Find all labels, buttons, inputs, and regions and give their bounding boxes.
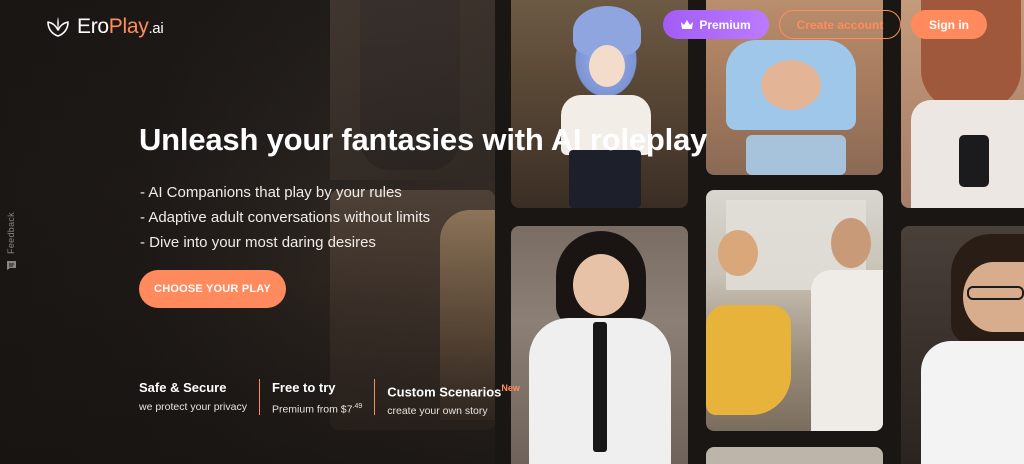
gallery-card-anime-girl[interactable] (511, 0, 688, 208)
feature-subtitle: we protect your privacy (139, 401, 247, 413)
feature-title: Safe & Secure (139, 380, 227, 395)
card-figure-coat (921, 341, 1024, 464)
card-figure-face (589, 45, 625, 87)
feature-title: Free to try (271, 380, 336, 395)
logo-text-ero: Ero (77, 15, 109, 38)
leaf-logo-icon (47, 17, 69, 37)
hero-bullet: - AI Companions that play by your rules (140, 184, 402, 201)
feedback-tab[interactable]: Feedback (0, 212, 22, 282)
card-figure-skin (761, 60, 821, 110)
choose-your-play-label: CHOOSE YOUR PLAY (154, 283, 271, 295)
feature-subtitle: create your own story (387, 405, 488, 418)
logo-text-ai: .ai (148, 20, 164, 37)
feature-safe-secure: Safe & Secure we protect your privacy (139, 379, 259, 415)
gallery-card-doctor[interactable] (901, 226, 1024, 464)
create-account-label: Create account (796, 17, 884, 32)
card-figure-man-head (831, 218, 871, 268)
feature-custom-scenarios: Custom ScenariosNew create your own stor… (374, 379, 532, 417)
hero-title: Unleash your fantasies with AI roleplay (139, 122, 708, 157)
new-badge: New (501, 383, 520, 393)
premium-button[interactable]: Premium (663, 10, 769, 39)
hero-bullet: - Adaptive adult conversations without l… (140, 209, 431, 226)
logo-text: EroPlay.ai (77, 15, 164, 39)
create-account-button[interactable]: Create account (779, 10, 901, 39)
gallery-card-schoolgirl[interactable] (511, 226, 688, 464)
feature-price-cents: .49 (352, 403, 363, 410)
card-figure-girl-head (718, 230, 758, 276)
feedback-label: Feedback (6, 212, 16, 254)
logo-text-play: Play (108, 15, 149, 38)
feature-title-text: Custom Scenarios (387, 384, 502, 400)
card-figure-glasses (967, 286, 1024, 300)
hero-bullet-list: - AI Companions that play by your rules … (140, 180, 430, 255)
feature-subtitle: Premium from $7.49 (272, 397, 362, 420)
feature-title: Custom ScenariosNew (387, 379, 520, 401)
hero-bullet: - Dive into your most daring desires (140, 234, 376, 251)
choose-your-play-button[interactable]: CHOOSE YOUR PLAY (139, 270, 286, 308)
card-figure-face (573, 254, 629, 316)
crown-icon (681, 19, 694, 29)
feature-strip: Safe & Secure we protect your privacy Fr… (139, 379, 532, 417)
card-figure-skirt (569, 150, 641, 208)
card-figure-jeans (746, 135, 846, 175)
chat-bubble-icon (6, 260, 16, 270)
sign-in-button[interactable]: Sign in (911, 10, 987, 39)
card-figure-man-shirt (811, 270, 883, 431)
sign-in-label: Sign in (929, 17, 969, 32)
gallery-card-street-couple[interactable] (706, 190, 883, 431)
gallery-card-partial[interactable] (706, 447, 883, 464)
site-logo[interactable]: EroPlay.ai (46, 12, 164, 42)
card-figure-phone (959, 135, 989, 187)
feature-free-to-try: Free to try Premium from $7.49 (258, 379, 374, 416)
card-figure-dress (706, 305, 791, 415)
premium-button-label: Premium (699, 17, 751, 32)
feature-price-prefix: Premium from $7 (271, 403, 353, 416)
card-figure-tie (593, 322, 607, 452)
